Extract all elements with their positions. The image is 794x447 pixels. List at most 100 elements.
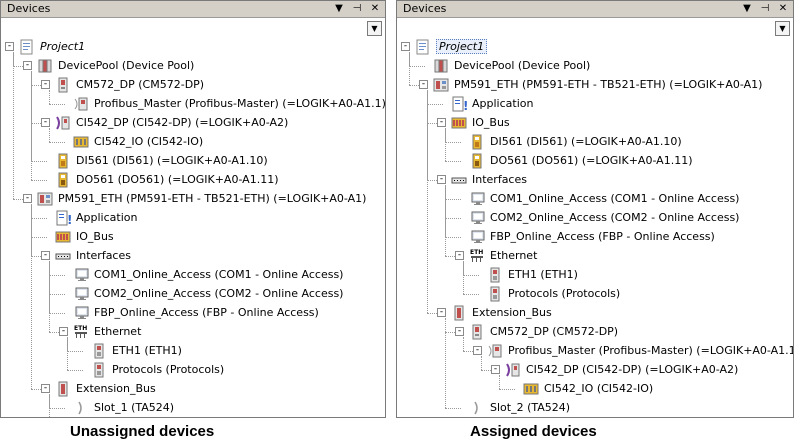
- tree-node-label: Profibus_Master (Profibus-Master) (=LOGI…: [508, 344, 794, 357]
- tree-node[interactable]: - IO_Bus: [437, 113, 510, 132]
- tree-node-label: DO561 (DO561) (=LOGIK+A0-A1.11): [76, 173, 279, 186]
- tree-node[interactable]: - Extension_Bus: [41, 379, 156, 398]
- tree-connector-line: [445, 318, 446, 408]
- io-module-icon: [73, 134, 89, 150]
- collapse-toggle-icon[interactable]: -: [455, 327, 464, 336]
- cpu-icon: [433, 77, 449, 93]
- io-bus-icon: [451, 115, 467, 131]
- tree-node-label: Protocols (Protocols): [112, 363, 225, 376]
- collapse-toggle-icon[interactable]: -: [491, 365, 500, 374]
- tree-node[interactable]: Slot_1 (TA524): [59, 398, 174, 417]
- collapse-toggle-icon[interactable]: -: [41, 251, 50, 260]
- online-access-icon: [469, 191, 485, 207]
- tree-node[interactable]: DI561 (DI561) (=LOGIK+A0-A1.10): [41, 151, 268, 170]
- tree-node[interactable]: - Project1: [5, 37, 85, 56]
- tree-node[interactable]: ETH1 (ETH1): [77, 341, 182, 360]
- collapse-toggle-icon[interactable]: -: [23, 194, 32, 203]
- extension-bus-icon: [451, 305, 467, 321]
- device-pool-icon: [433, 58, 449, 74]
- collapse-toggle-icon[interactable]: -: [5, 42, 14, 51]
- tree-node-label: DO561 (DO561) (=LOGIK+A0-A1.11): [490, 154, 693, 167]
- profibus-master-icon: [487, 343, 503, 359]
- application-icon: !: [451, 96, 468, 113]
- tree-node-label: PM591_ETH (PM591-ETH - TB521-ETH) (=LOGI…: [58, 192, 367, 205]
- dropdown-arrow-icon[interactable]: ▼: [741, 2, 753, 16]
- tree-node[interactable]: - ETH Ethernet: [455, 246, 537, 265]
- tree-node-label: CI542_IO (CI542-IO): [544, 382, 654, 395]
- pin-icon[interactable]: ⊣: [351, 2, 363, 16]
- tree-node[interactable]: ! Application: [41, 208, 137, 227]
- project-dropdown-button[interactable]: ▼: [367, 21, 382, 36]
- tree-node[interactable]: CI542_IO (CI542-IO): [509, 379, 653, 398]
- online-access-icon: [73, 305, 89, 321]
- tree-node-label: CM572_DP (CM572-DP): [490, 325, 619, 338]
- tree-node[interactable]: COM2_Online_Access (COM2 - Online Access…: [59, 284, 343, 303]
- tree-node[interactable]: - DevicePool (Device Pool): [23, 56, 194, 75]
- tree-node[interactable]: - CM572_DP (CM572-DP): [41, 75, 204, 94]
- extension-bus-icon: [55, 381, 71, 397]
- digital-input-icon: [469, 134, 485, 150]
- tree-node[interactable]: IO_Bus: [41, 227, 114, 246]
- tree-node[interactable]: - Extension_Bus: [437, 303, 552, 322]
- collapse-toggle-icon[interactable]: -: [23, 61, 32, 70]
- io-module-icon: [523, 381, 539, 397]
- tree-node[interactable]: - CI542_DP (CI542-DP) (=LOGIK+A0-A2): [491, 360, 738, 379]
- tree-node[interactable]: - Profibus_Master (Profibus-Master) (=LOG…: [473, 341, 794, 360]
- tree-node[interactable]: - PM591_ETH (PM591-ETH - TB521-ETH) (=LOG…: [419, 75, 762, 94]
- tree-node[interactable]: Slot_2 (TA524): [59, 417, 174, 418]
- online-access-icon: [73, 267, 89, 283]
- ci542-dp-icon: [55, 115, 71, 131]
- caption-assigned: Assigned devices: [470, 423, 597, 440]
- tree-node[interactable]: Protocols (Protocols): [473, 284, 620, 303]
- tree-node[interactable]: - ETH Ethernet: [59, 322, 141, 341]
- tree-node-label: FBP_Online_Access (FBP - Online Access): [94, 306, 319, 319]
- tree-node[interactable]: FBP_Online_Access (FBP - Online Access): [455, 227, 715, 246]
- collapse-toggle-icon[interactable]: -: [41, 80, 50, 89]
- collapse-toggle-icon[interactable]: -: [41, 384, 50, 393]
- collapse-toggle-icon[interactable]: -: [437, 175, 446, 184]
- tree-node-label: CI542_DP (CI542-DP) (=LOGIK+A0-A2): [76, 116, 289, 129]
- tree-node[interactable]: DevicePool (Device Pool): [419, 56, 590, 75]
- collapse-toggle-icon[interactable]: -: [455, 251, 464, 260]
- tree-node[interactable]: ETH1 (ETH1): [473, 265, 578, 284]
- tree-node[interactable]: - Interfaces: [437, 170, 527, 189]
- tree-node[interactable]: - CM572_DP (CM572-DP): [455, 322, 618, 341]
- interfaces-icon: [55, 248, 71, 264]
- protocols-icon: [487, 286, 503, 302]
- tree-connector-line: [49, 261, 50, 332]
- ci542-dp-icon: [505, 362, 521, 378]
- slot-icon: [73, 400, 89, 416]
- tree-connector-line: [445, 185, 446, 256]
- tree-node[interactable]: Slot_2 (TA524): [455, 398, 570, 417]
- project-dropdown-button[interactable]: ▼: [775, 21, 790, 36]
- tree-node[interactable]: COM1_Online_Access (COM1 - Online Access…: [59, 265, 343, 284]
- tree-node-label: DI561 (DI561) (=LOGIK+A0-A1.10): [76, 154, 268, 167]
- collapse-toggle-icon[interactable]: -: [401, 42, 410, 51]
- tree-node[interactable]: ! Application: [437, 94, 533, 113]
- tree-node[interactable]: - CI542_DP (CI542-DP) (=LOGIK+A0-A2): [41, 113, 288, 132]
- tree-node[interactable]: DI561 (DI561) (=LOGIK+A0-A1.10): [455, 132, 682, 151]
- tree-node[interactable]: Protocols (Protocols): [77, 360, 224, 379]
- collapse-toggle-icon[interactable]: -: [419, 80, 428, 89]
- tree-node[interactable]: DO561 (DO561) (=LOGIK+A0-A1.11): [41, 170, 279, 189]
- tree-node[interactable]: - Interfaces: [41, 246, 131, 265]
- tree-node[interactable]: - Project1: [401, 37, 488, 56]
- collapse-toggle-icon[interactable]: -: [473, 346, 482, 355]
- collapse-toggle-icon[interactable]: -: [41, 118, 50, 127]
- close-icon[interactable]: ✕: [369, 2, 381, 16]
- collapse-toggle-icon[interactable]: -: [437, 118, 446, 127]
- collapse-toggle-icon[interactable]: -: [59, 327, 68, 336]
- collapse-toggle-icon[interactable]: -: [437, 308, 446, 317]
- tree-node-label: Ethernet: [490, 249, 538, 262]
- dropdown-arrow-icon[interactable]: ▼: [333, 2, 345, 16]
- online-access-icon: [469, 210, 485, 226]
- tree-node[interactable]: - PM591_ETH (PM591-ETH - TB521-ETH) (=LOG…: [23, 189, 366, 208]
- pin-icon[interactable]: ⊣: [759, 2, 771, 16]
- tree-node[interactable]: DO561 (DO561) (=LOGIK+A0-A1.11): [455, 151, 693, 170]
- close-icon[interactable]: ✕: [777, 2, 789, 16]
- tree-node[interactable]: Profibus_Master (Profibus-Master) (=LOGI…: [59, 94, 385, 113]
- tree-node[interactable]: COM2_Online_Access (COM2 - Online Access…: [455, 208, 739, 227]
- tree-node[interactable]: COM1_Online_Access (COM1 - Online Access…: [455, 189, 739, 208]
- tree-node[interactable]: CI542_IO (CI542-IO): [59, 132, 203, 151]
- tree-node[interactable]: FBP_Online_Access (FBP - Online Access): [59, 303, 319, 322]
